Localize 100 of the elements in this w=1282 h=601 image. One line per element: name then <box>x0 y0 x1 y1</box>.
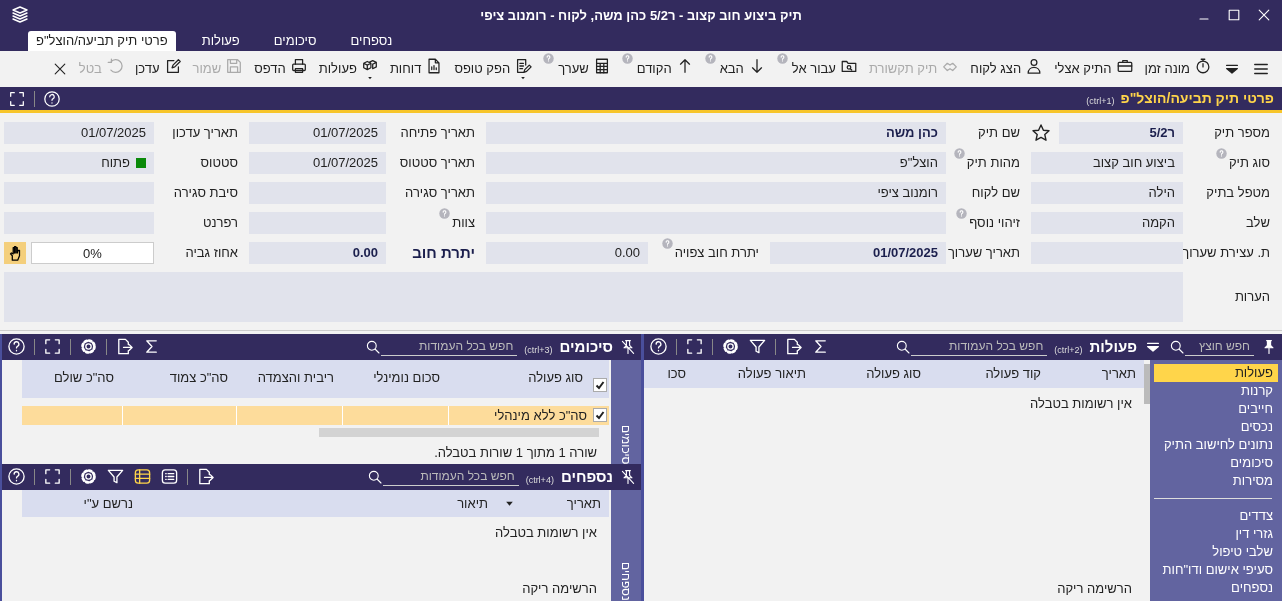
toolbar-button[interactable]: מונה זמן <box>1144 57 1212 82</box>
nav-item[interactable]: שלבי טיפול <box>1154 543 1278 561</box>
nav-item[interactable]: נתונים לחישוב התיק <box>1154 436 1278 454</box>
nav-item[interactable]: נכסים <box>1154 418 1278 436</box>
search-icon[interactable] <box>366 469 383 485</box>
fullscreen-icon[interactable] <box>43 467 62 487</box>
column-header[interactable]: סכום נומינלי <box>342 364 448 388</box>
input-field[interactable]: כהן משה <box>486 122 946 145</box>
pin-icon[interactable] <box>1261 339 1277 355</box>
input-field[interactable]: 01/07/2025 <box>249 122 386 145</box>
column-header[interactable]: סכו <box>644 364 694 384</box>
input-field[interactable]: 01/07/2025 <box>770 242 946 265</box>
toolbar-button[interactable]: הקודם <box>621 57 694 82</box>
column-header[interactable]: ריבית והצמדה <box>236 364 342 388</box>
tab[interactable]: פעולות <box>193 31 248 52</box>
search-icon[interactable] <box>895 339 912 355</box>
toolbar-button[interactable]: עדכן <box>134 57 182 82</box>
undo-icon <box>105 57 124 76</box>
checkbox[interactable] <box>593 408 607 423</box>
toolbar-button[interactable]: פעולות <box>318 57 379 82</box>
input-field[interactable]: ר5/2 <box>1059 122 1183 145</box>
nav-item[interactable]: צדדים <box>1154 507 1278 525</box>
column-label: נרשם ע"י <box>83 494 133 513</box>
column-header[interactable]: סה"כ צמוד <box>122 364 236 388</box>
panel-title: פעולות <box>1089 336 1137 357</box>
nav-item[interactable]: פעולות <box>1154 364 1278 382</box>
input-field[interactable]: 01/07/2025 <box>249 152 386 175</box>
field-label: תאריך פתיחה <box>400 124 475 143</box>
column-header[interactable]: קוד פעולה <box>929 364 1049 384</box>
input-field[interactable]: פתוח <box>4 152 154 175</box>
help-icon[interactable] <box>7 337 26 357</box>
toolbar-button[interactable]: הבא <box>704 57 766 82</box>
column-header[interactable]: נרשם ע"י <box>22 493 141 514</box>
column-header[interactable]: תאריך <box>496 493 609 514</box>
scrollbar[interactable] <box>319 428 599 437</box>
field-label: שם לקוח <box>971 184 1020 203</box>
nav-item[interactable]: סעיפי אישום ודו"חות <box>1154 561 1278 579</box>
table-icon[interactable] <box>133 467 152 487</box>
search-icon[interactable] <box>1169 339 1185 355</box>
export-icon[interactable] <box>784 337 803 357</box>
column-header[interactable]: תיאור <box>141 493 496 514</box>
column-header[interactable]: סה"כ שולם <box>22 364 122 388</box>
settings-icon[interactable] <box>79 467 98 487</box>
column-header[interactable]: תאריך <box>1049 364 1144 384</box>
fullscreen-icon[interactable] <box>43 337 62 357</box>
checkbox[interactable] <box>593 378 607 392</box>
help-icon[interactable] <box>43 89 61 108</box>
fullscreen-icon[interactable] <box>8 89 26 108</box>
nav-item[interactable]: מסירות <box>1154 472 1278 490</box>
search-field[interactable]: חפש בכל העמודות <box>911 337 1048 357</box>
tab[interactable]: נספחים <box>342 31 401 52</box>
table-row[interactable]: סה"כ ללא מינהלי <box>22 406 609 425</box>
input-field[interactable]: הילה <box>1031 182 1183 205</box>
input-field[interactable]: 0.00 <box>249 242 386 265</box>
nav-item[interactable]: קרנות <box>1154 382 1278 400</box>
window-title: תיק ביצוע חוב קצוב - ר5/2 כהן משה, לקוח - רומנוב ציפי <box>479 6 803 25</box>
search-field[interactable]: חפש חוצץ <box>1185 337 1254 357</box>
toolbar-button[interactable]: הפק טופס <box>454 57 533 82</box>
help-icon[interactable] <box>7 467 26 487</box>
scrollbar[interactable] <box>1144 364 1150 404</box>
unpin-icon[interactable] <box>620 339 636 355</box>
search-field[interactable]: חפש בכל העמודות <box>382 467 519 487</box>
hand-button[interactable] <box>4 242 26 265</box>
toolbar-button[interactable]: דוחות <box>389 57 444 82</box>
column-header[interactable]: תיאור פעולה <box>694 364 814 384</box>
toolbar-button[interactable]: שערך <box>543 57 611 82</box>
nav-item[interactable]: חייבים <box>1154 400 1278 418</box>
field-label: מטפל בתיק <box>1206 184 1270 203</box>
nav-item[interactable]: סיכומים <box>1154 454 1278 472</box>
tab[interactable]: פרטי תיק תביעה/הוצל"פ <box>28 31 176 52</box>
shortcut-hint: (ctrl+1) <box>1086 94 1115 108</box>
export-icon[interactable] <box>115 337 134 357</box>
list-icon[interactable] <box>160 467 179 487</box>
input-field[interactable]: רומנוב ציפי <box>486 182 946 205</box>
toolbar-button[interactable]: עבור אל <box>776 57 858 82</box>
unpin-icon[interactable] <box>620 469 636 485</box>
input-field[interactable]: הוצל"פ <box>486 152 946 175</box>
column-header[interactable]: סוג פעולה <box>814 364 929 384</box>
search-field[interactable]: חפש בכל העמודות <box>381 337 518 357</box>
status-text: הרשימה ריקה <box>1056 580 1133 599</box>
fullscreen-icon[interactable] <box>685 337 704 357</box>
star-icon[interactable] <box>1031 123 1051 144</box>
export-icon[interactable] <box>196 467 215 487</box>
toolbar-button[interactable]: הצג לקוח <box>970 57 1044 82</box>
settings-icon[interactable] <box>79 337 98 357</box>
input-field[interactable]: 01/07/2025 <box>4 122 154 145</box>
input-field[interactable]: 0.00 <box>486 242 648 265</box>
toolbar-button[interactable]: הדפס <box>254 57 308 82</box>
form-edit-icon <box>514 57 533 76</box>
help-icon[interactable] <box>649 337 668 357</box>
settings-icon[interactable] <box>721 337 740 357</box>
column-header[interactable]: סוג פעולה <box>448 364 591 388</box>
tab[interactable]: סיכומים <box>265 31 325 52</box>
input-field[interactable]: ביצוע חוב קצוב <box>1031 152 1183 175</box>
input-field[interactable]: הקמה <box>1031 212 1183 235</box>
input-field[interactable]: 0% <box>31 242 154 265</box>
nav-item[interactable]: גזרי דין <box>1154 525 1278 543</box>
nav-item[interactable]: נספחים <box>1154 579 1278 597</box>
toolbar-button[interactable]: התיק אצלי <box>1054 57 1134 82</box>
search-icon[interactable] <box>365 339 382 355</box>
